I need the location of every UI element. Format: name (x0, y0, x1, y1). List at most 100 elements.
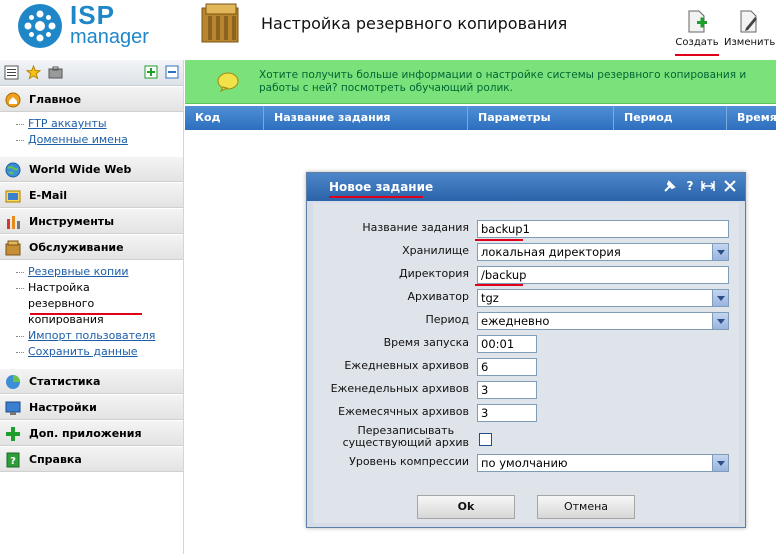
expand-all-icon[interactable] (144, 65, 159, 80)
column-header-parameters[interactable]: Параметры (468, 106, 614, 130)
compression-select-value: по умолчанию (481, 456, 568, 470)
label-monthly-archives: Ежемесячных архивов (338, 405, 469, 418)
sidebar-section-label: Справка (29, 453, 82, 466)
sidebar-section-email[interactable]: E-Mail (0, 182, 183, 208)
info-text[interactable]: Хотите получить больше информации о наст… (259, 69, 776, 95)
briefcase-icon[interactable] (48, 65, 63, 80)
sidebar-section-label: Главное (29, 93, 82, 106)
sidebar-section-extra-apps[interactable]: Доп. приложения (0, 420, 183, 446)
daily-archives-input[interactable]: 6 (477, 358, 537, 376)
new-task-dialog: Новое задание ? Название задания backup1… (306, 172, 746, 528)
sidebar-section-www[interactable]: World Wide Web (0, 156, 183, 182)
label-start-time: Время запуска (383, 336, 469, 349)
pin-icon[interactable] (663, 179, 677, 193)
edit-button[interactable]: Изменить (724, 10, 776, 50)
header: ISP manager Настройка резервного копиров… (0, 0, 776, 60)
create-button[interactable]: Создать (672, 10, 722, 50)
close-icon[interactable] (723, 179, 737, 193)
speech-bubble-icon (217, 72, 239, 93)
sidebar-section-label: Настройки (29, 401, 97, 414)
help-book-icon: ? (5, 452, 21, 468)
period-select-value: ежедневно (481, 314, 550, 328)
dialog-form: Название задания backup1 Хранилище локал… (313, 203, 739, 523)
ok-button-label: Ok (457, 500, 475, 513)
directory-highlight (475, 284, 523, 286)
start-time-input[interactable]: 00:01 (477, 335, 537, 353)
archiver-select[interactable]: tgz (477, 289, 729, 307)
list-view-icon[interactable] (4, 65, 19, 80)
svg-text:?: ? (10, 456, 16, 467)
storage-select-value: локальная директория (481, 245, 621, 259)
sidebar-item-backups[interactable]: Резервные копии (16, 264, 183, 280)
sidebar-section-label: Доп. приложения (29, 427, 142, 440)
statistics-pie-icon (5, 374, 21, 390)
sidebar-item-import-user[interactable]: Импорт пользователя (16, 328, 183, 344)
sidebar-main-items: FTP аккаунты Доменные имена (0, 112, 183, 156)
column-header-task-name[interactable]: Название задания (264, 106, 468, 130)
monthly-archives-input[interactable]: 3 (477, 404, 537, 422)
sidebar-item-ftp-accounts[interactable]: FTP аккаунты (16, 116, 183, 132)
sidebar-item-domain-names[interactable]: Доменные имена (16, 132, 183, 148)
row-period: Период ежедневно (313, 311, 739, 333)
backup-box-icon (198, 2, 246, 46)
globe-icon (5, 162, 21, 178)
sidebar-section-label: E-Mail (29, 189, 67, 202)
dialog-title-highlight (329, 196, 423, 198)
chevron-down-icon[interactable] (712, 313, 728, 329)
sidebar: Главное FTP аккаунты Доменные имена Worl… (0, 60, 184, 554)
weekly-archives-input[interactable]: 3 (477, 381, 537, 399)
row-storage: Хранилище локальная директория (313, 242, 739, 264)
row-monthly-archives: Ежемесячных архивов 3 (313, 403, 739, 425)
logo-icon (18, 4, 62, 48)
sidebar-section-label: Обслуживание (29, 241, 124, 254)
sidebar-section-main[interactable]: Главное (0, 86, 183, 112)
logo-manager-text: manager (70, 26, 149, 48)
row-archiver: Архиватор tgz (313, 288, 739, 310)
chevron-down-icon[interactable] (712, 455, 728, 471)
collapse-all-icon[interactable] (165, 65, 180, 80)
column-header-code[interactable]: Код (185, 106, 264, 130)
sidebar-item-save-data[interactable]: Сохранить данные (16, 344, 183, 360)
sidebar-section-help[interactable]: ? Справка (0, 446, 183, 472)
row-task-name: Название задания backup1 (313, 219, 739, 241)
column-header-time[interactable]: Время (727, 106, 776, 130)
ok-button[interactable]: Ok (417, 495, 515, 519)
label-weekly-archives: Еженедельных архивов (330, 382, 469, 395)
info-bar: Хотите получить больше информации о наст… (185, 60, 776, 104)
task-name-highlight (475, 239, 523, 241)
help-question-icon[interactable]: ? (683, 179, 697, 193)
label-period: Период (425, 313, 469, 326)
sidebar-section-maintenance[interactable]: Обслуживание (0, 234, 183, 260)
label-compression: Уровень компрессии (349, 455, 469, 468)
dialog-title: Новое задание (329, 180, 434, 194)
row-daily-archives: Ежедневных архивов 6 (313, 357, 739, 379)
label-directory: Директория (398, 267, 469, 280)
sidebar-section-settings[interactable]: Настройки (0, 394, 183, 420)
chevron-down-icon[interactable] (712, 290, 728, 306)
directory-input[interactable]: /backup (477, 266, 729, 284)
resize-icon[interactable] (701, 179, 715, 193)
sidebar-section-statistics[interactable]: Статистика (0, 368, 183, 394)
archiver-select-value: tgz (481, 291, 499, 305)
chevron-down-icon[interactable] (712, 244, 728, 260)
row-directory: Директория /backup (313, 265, 739, 287)
overwrite-checkbox[interactable] (479, 433, 492, 446)
favorites-star-icon[interactable] (25, 64, 42, 80)
storage-select[interactable]: локальная директория (477, 243, 729, 261)
isp-manager-logo[interactable]: ISP manager (18, 0, 158, 50)
compression-select[interactable]: по умолчанию (477, 454, 729, 472)
sidebar-section-label: World Wide Web (29, 163, 132, 176)
sidebar-section-label: Инструменты (29, 215, 115, 228)
period-select[interactable]: ежедневно (477, 312, 729, 330)
settings-monitor-icon (5, 400, 21, 416)
tasks-table-header: Код Название задания Параметры Период Вр… (185, 106, 776, 130)
task-name-input[interactable]: backup1 (477, 220, 729, 238)
sidebar-section-tools[interactable]: Инструменты (0, 208, 183, 234)
column-header-period[interactable]: Период (614, 106, 727, 130)
create-button-label: Создать (675, 37, 719, 48)
edit-button-label: Изменить (724, 37, 776, 48)
home-icon (5, 92, 21, 108)
cancel-button[interactable]: Отмена (537, 495, 635, 519)
sidebar-item-backup-settings[interactable]: Настройка резервного копирования (16, 280, 156, 328)
sidebar-toolbar (0, 60, 183, 86)
